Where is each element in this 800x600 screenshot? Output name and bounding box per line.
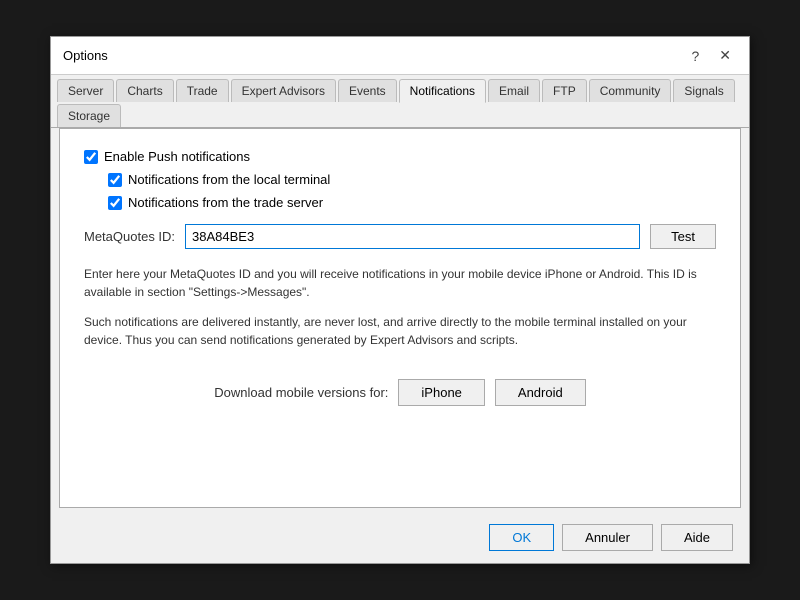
tab-signals[interactable]: Signals [673,79,734,102]
iphone-button[interactable]: iPhone [398,379,484,406]
tab-notifications[interactable]: Notifications [399,79,486,103]
enable-push-checkbox[interactable] [84,150,98,164]
download-row: Download mobile versions for: iPhone And… [84,379,716,406]
tab-charts[interactable]: Charts [116,79,173,102]
info-text-1: Enter here your MetaQuotes ID and you wi… [84,265,716,301]
tab-email[interactable]: Email [488,79,540,102]
notifications-panel: Enable Push notifications Notifications … [59,128,741,508]
dialog-title: Options [63,48,108,63]
tab-expert-advisors[interactable]: Expert Advisors [231,79,336,102]
ok-button[interactable]: OK [489,524,554,551]
tab-community[interactable]: Community [589,79,672,102]
title-bar-controls: ? ✕ [685,45,737,66]
local-terminal-label: Notifications from the local terminal [128,172,330,187]
options-dialog: Options ? ✕ Server Charts Trade Expert A… [50,36,750,564]
cancel-button[interactable]: Annuler [562,524,653,551]
footer: OK Annuler Aide [51,516,749,563]
enable-push-label: Enable Push notifications [104,149,250,164]
help-title-button[interactable]: ? [685,46,705,66]
trade-server-row: Notifications from the trade server [108,195,716,210]
enable-push-row: Enable Push notifications [84,149,716,164]
tab-events[interactable]: Events [338,79,397,102]
trade-server-label: Notifications from the trade server [128,195,323,210]
local-terminal-row: Notifications from the local terminal [108,172,716,187]
test-button[interactable]: Test [650,224,716,249]
close-title-button[interactable]: ✕ [713,45,737,66]
metaquotes-id-label: MetaQuotes ID: [84,229,175,244]
info-text-2: Such notifications are delivered instant… [84,313,716,349]
metaquotes-id-row: MetaQuotes ID: Test [84,224,716,249]
tab-storage[interactable]: Storage [57,104,121,127]
tab-ftp[interactable]: FTP [542,79,587,102]
tab-server[interactable]: Server [57,79,114,102]
tab-trade[interactable]: Trade [176,79,229,102]
trade-server-checkbox[interactable] [108,196,122,210]
download-label: Download mobile versions for: [214,385,388,400]
metaquotes-id-input[interactable] [185,224,640,249]
android-button[interactable]: Android [495,379,586,406]
local-terminal-checkbox[interactable] [108,173,122,187]
help-button[interactable]: Aide [661,524,733,551]
title-bar: Options ? ✕ [51,37,749,75]
tab-bar: Server Charts Trade Expert Advisors Even… [51,75,749,128]
